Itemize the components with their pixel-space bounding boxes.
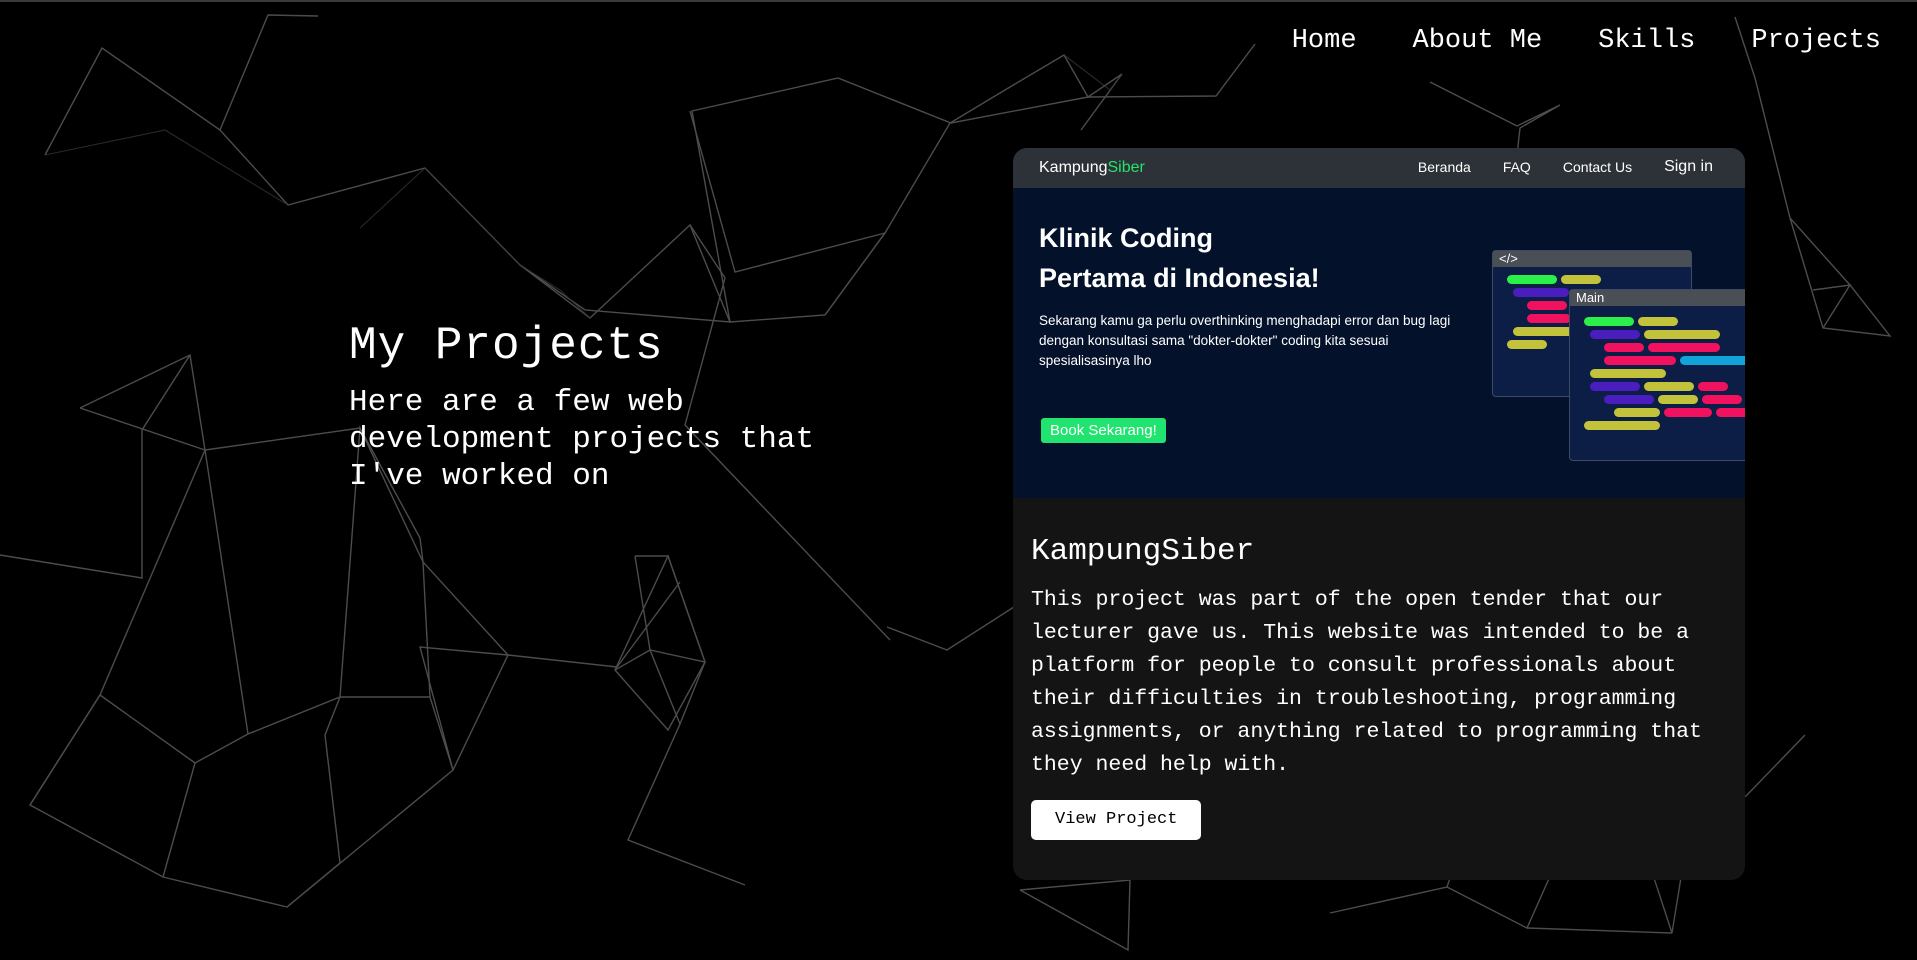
code-line [1698, 382, 1728, 391]
code-line [1590, 330, 1640, 339]
project-title: KampungSiber [1031, 534, 1255, 569]
code-line [1604, 343, 1644, 352]
code-line [1527, 314, 1571, 323]
screenshot-description: Sekarang kamu ga perlu overthinking meng… [1039, 313, 1451, 368]
screenshot-nav-signin: Sign in [1664, 158, 1713, 175]
screenshot-nav-beranda: Beranda [1417, 159, 1471, 175]
code-line [1664, 408, 1712, 417]
screenshot-navbar: KampungSiber Beranda FAQ Contact Us Sign… [1013, 148, 1745, 188]
page-title: My Projects [349, 320, 664, 372]
nav-home-link[interactable]: Home [1292, 26, 1357, 56]
code-window-main: Main [1569, 289, 1745, 461]
code-line [1513, 288, 1569, 297]
page-subtitle: Here are a few web development projects … [349, 385, 815, 494]
code-line [1604, 356, 1676, 365]
code-line [1658, 395, 1698, 404]
screenshot-nav-contact: Contact Us [1562, 159, 1633, 175]
project-screenshot: KampungSiber Beranda FAQ Contact Us Sign… [1013, 148, 1745, 498]
view-project-button[interactable]: View Project [1031, 800, 1202, 840]
projects-intro: My Projects Here are a few web developme… [349, 318, 869, 495]
code-line [1644, 382, 1694, 391]
code-line [1561, 275, 1601, 284]
project-card: KampungSiber Beranda FAQ Contact Us Sign… [1013, 148, 1745, 880]
nav-projects-link[interactable]: Projects [1751, 26, 1881, 56]
code-line [1527, 301, 1567, 310]
screenshot-brand: KampungSiber [1039, 159, 1145, 177]
screenshot-headline-line2: Pertama di Indonesia! [1039, 263, 1320, 293]
screenshot-brand-main: Kampung [1039, 159, 1108, 176]
code-line [1680, 356, 1745, 365]
code-line [1590, 369, 1666, 378]
code-line [1584, 421, 1660, 430]
screenshot-headline-line1: Klinik Coding [1039, 223, 1213, 253]
code-line [1584, 317, 1634, 326]
screenshot-brand-accent: Siber [1107, 159, 1145, 176]
code-line [1648, 343, 1720, 352]
screenshot-headline: Klinik Coding Pertama di Indonesia! [1039, 218, 1459, 298]
nav-about-link[interactable]: About Me [1413, 26, 1543, 56]
code-line [1590, 382, 1640, 391]
code-line [1702, 395, 1742, 404]
project-info: KampungSiber This project was part of th… [1031, 534, 1731, 840]
code-line [1507, 340, 1547, 349]
code-line [1638, 317, 1678, 326]
nav-skills-link[interactable]: Skills [1598, 26, 1695, 56]
screenshot-nav-faq: FAQ [1502, 159, 1531, 175]
code-line [1604, 395, 1654, 404]
project-description: This project was part of the open tender… [1031, 588, 1702, 777]
code-line [1507, 275, 1557, 284]
code-window-back-bar: </> [1493, 251, 1691, 267]
code-line [1716, 408, 1745, 417]
code-window-main-bar: Main [1570, 290, 1745, 306]
screenshot-nav-links: Beranda FAQ Contact Us Sign in [1418, 158, 1713, 176]
code-line [1644, 330, 1720, 339]
code-line [1614, 408, 1660, 417]
screenshot-cta: Book Sekarang! [1041, 418, 1166, 443]
code-line [1513, 327, 1573, 336]
main-nav: Home About Me Skills Projects [1292, 26, 1881, 56]
